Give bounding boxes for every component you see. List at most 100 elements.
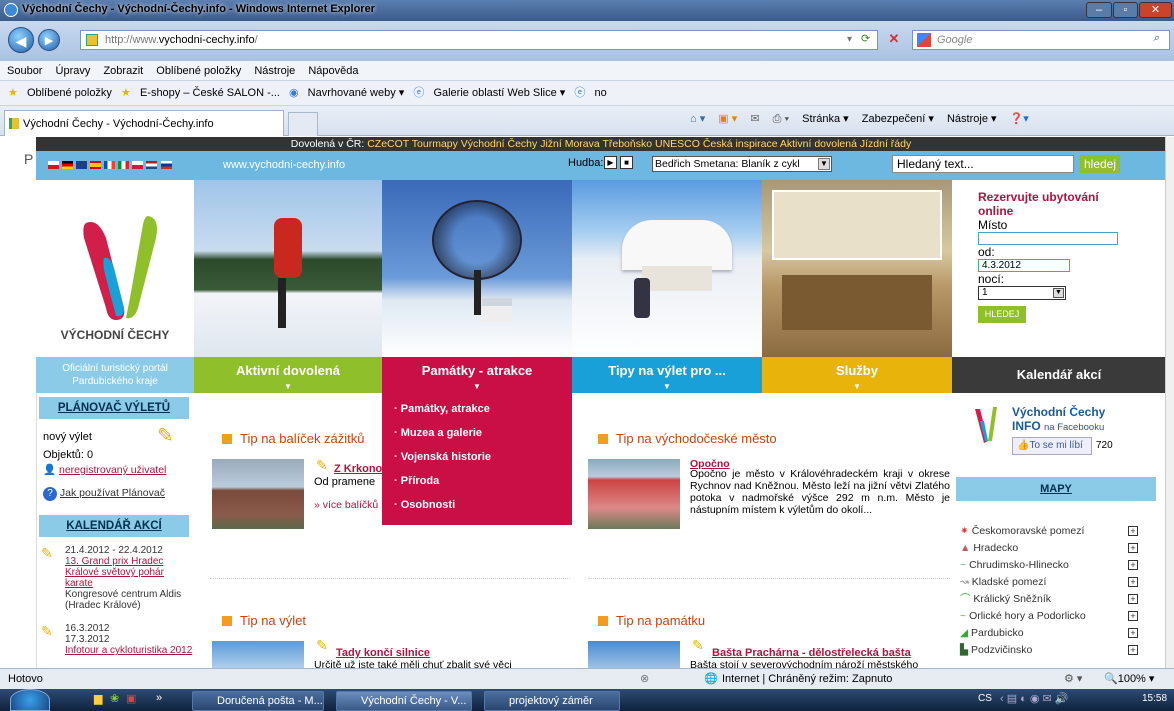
cmd-nastroje[interactable]: Nástroje ▾ <box>947 113 997 125</box>
booking-noci-select[interactable]: 1 ▼ <box>978 286 1066 300</box>
tip1-photo[interactable] <box>212 459 304 529</box>
map-item[interactable]: ▲ Hradecko + <box>952 540 1166 557</box>
start-button[interactable] <box>10 689 50 711</box>
flag-fr-icon[interactable] <box>104 161 116 169</box>
map-item[interactable]: ~ Orlické hory a Podorlicko + <box>952 608 1166 625</box>
topbar-link-czecot[interactable]: CZeCOT <box>367 138 409 150</box>
tip3-link[interactable]: Tady končí silnice <box>336 647 430 659</box>
menu-nastroje[interactable]: Nástroje <box>254 65 295 77</box>
home-icon[interactable]: ⌂ ▾ <box>690 113 705 125</box>
security-icon[interactable]: ⚙ ▾ <box>1064 669 1082 689</box>
flag-gb-icon[interactable] <box>76 161 88 169</box>
taskbar-btn-ie[interactable]: Východní Čechy - V... <box>336 691 472 711</box>
address-dropdown-icon[interactable]: ▾ <box>847 34 852 45</box>
help-icon[interactable]: ❓▾ <box>1010 113 1029 125</box>
fav-no[interactable]: no <box>594 87 606 99</box>
topbar-link-trebonsko[interactable]: Třeboňsko <box>602 138 652 150</box>
dropdown-item-osobnosti[interactable]: · Osobnosti <box>382 499 572 523</box>
menu-upravy[interactable]: Úpravy <box>56 65 91 77</box>
topbar-link-ceska-inspirace[interactable]: Česká inspirace <box>703 138 778 150</box>
tip1-more[interactable]: » více balíčků <box>314 499 378 511</box>
close-button[interactable]: ✕ <box>1139 2 1172 18</box>
search-icon[interactable]: ⌕ <box>1153 32 1159 45</box>
kalendar-heading[interactable]: KALENDÁŘ AKCÍ <box>39 515 189 537</box>
language-indicator[interactable]: CS <box>978 693 992 704</box>
tip4-link[interactable]: Bašta Prachárna - dělostřelecká bašta <box>712 647 911 659</box>
music-select[interactable]: Bedřich Smetana: Blaník z cykl ▼ <box>652 156 832 172</box>
nav-pamatky-atrakce[interactable]: Památky - atrakce ▼ <box>382 357 572 393</box>
nav-tipy-na-vylet[interactable]: Tipy na výlet pro ... ▼ <box>572 357 762 393</box>
expand-icon[interactable]: + <box>1128 645 1138 655</box>
google-search-input[interactable]: Google ⌕ <box>912 30 1170 50</box>
forward-button[interactable]: ▶ <box>38 29 60 51</box>
play-icon[interactable]: ▶ <box>604 156 617 169</box>
menu-oblibene[interactable]: Oblíbené položky <box>156 65 241 77</box>
tip2-photo[interactable] <box>588 459 680 529</box>
add-favorite-icon[interactable]: ★ <box>121 87 131 99</box>
menu-zobrazit[interactable]: Zobrazit <box>103 65 143 77</box>
fav-galerie[interactable]: Galerie oblastí Web Slice ▾ <box>433 87 565 99</box>
chevron-down-icon[interactable]: ▼ <box>1053 288 1064 298</box>
expand-icon[interactable]: + <box>1128 577 1138 587</box>
topbar-link-unesco[interactable]: UNESCO <box>655 138 700 150</box>
map-item[interactable]: ⌒ Králický Sněžník + <box>952 591 1166 608</box>
chevron-down-icon[interactable]: ▼ <box>818 158 830 170</box>
cmd-zabezpeceni[interactable]: Zabezpečení ▾ <box>862 113 934 125</box>
tip4-photo[interactable] <box>588 641 680 668</box>
booking-search-button[interactable]: HLEDEJ <box>978 306 1026 323</box>
maximize-button[interactable]: ▫ <box>1113 2 1138 18</box>
quicklaunch-more-icon[interactable]: » <box>156 692 162 704</box>
expand-icon[interactable]: + <box>1128 526 1138 536</box>
favorites-button[interactable]: Oblíbené položky <box>27 87 112 99</box>
fb-like-button[interactable]: 👍To se mi líbí <box>1012 437 1092 455</box>
page-scrollbar[interactable] <box>1165 137 1174 668</box>
stop-music-icon[interactable]: ■ <box>620 156 633 169</box>
map-item[interactable]: ↝ Kladské pomezí + <box>952 574 1166 591</box>
mail-icon[interactable]: ✉ <box>750 113 759 125</box>
expand-icon[interactable]: + <box>1128 611 1138 621</box>
taskbar-btn-posta[interactable]: Doručená pošta - M... <box>192 691 324 711</box>
quicklaunch-icon[interactable]: ▣ <box>126 692 136 705</box>
expand-icon[interactable]: + <box>1128 543 1138 553</box>
site-search-input[interactable]: Hledaný text... <box>892 155 1074 173</box>
print-icon[interactable]: ⎙ ▾ <box>773 113 789 125</box>
topbar-link-tourmapy[interactable]: Tourmapy <box>412 138 458 150</box>
topbar-link-vychodni-cechy[interactable]: Východní Čechy <box>461 138 537 150</box>
cmd-stranka[interactable]: Stránka ▾ <box>802 113 849 125</box>
novy-vylet[interactable]: nový výlet <box>43 431 92 443</box>
expand-icon[interactable]: + <box>1128 594 1138 604</box>
tip1-link[interactable]: Z Krkono <box>334 463 382 475</box>
quicklaunch-icon[interactable]: ❀ <box>110 692 119 705</box>
fb-title[interactable]: Východní Čechy <box>1012 405 1105 419</box>
mapy-heading[interactable]: MAPY <box>956 477 1156 501</box>
flag-cz-icon[interactable] <box>48 161 59 169</box>
topbar-link-aktivni-dovolena[interactable]: Aktivní dovolená <box>780 138 857 150</box>
nav-aktivni-dovolena[interactable]: Aktivní dovolená ▼ <box>194 357 382 393</box>
fav-navrhovane[interactable]: Navrhované weby ▾ <box>308 87 405 99</box>
dropdown-item-priroda[interactable]: · Příroda <box>382 475 572 499</box>
planovac-heading[interactable]: PLÁNOVAČ VÝLETŮ <box>39 397 189 419</box>
flag-es-icon[interactable] <box>90 161 102 169</box>
nav-kalendar-akci[interactable]: Kalendář akcí <box>952 357 1166 393</box>
event2-link[interactable]: Infotour a cykloturistika 2012 <box>65 645 193 656</box>
event1-link[interactable]: 13. Grand prix Hradec Králové světový po… <box>65 556 193 589</box>
site-logo[interactable]: VÝCHODNÍ ČECHY <box>36 180 194 357</box>
flag-pl-icon[interactable] <box>132 161 144 169</box>
refresh-icon[interactable]: ⟳ <box>861 32 870 45</box>
dropdown-item-pamatky[interactable]: · Památky, atrakce <box>382 403 572 427</box>
booking-misto-input[interactable] <box>978 232 1118 245</box>
jak-pouzivat-link[interactable]: Jak používat Plánovač <box>60 487 165 499</box>
dropdown-item-muzea[interactable]: · Muzea a galerie <box>382 427 572 451</box>
flag-de-icon[interactable] <box>62 161 74 169</box>
minimize-button[interactable]: – <box>1086 2 1112 18</box>
map-item[interactable]: ⁕ Českomoravské pomezí + <box>952 523 1166 540</box>
new-tab-button[interactable] <box>288 112 318 136</box>
flag-ru-icon[interactable] <box>160 161 172 169</box>
expand-icon[interactable]: + <box>1128 628 1138 638</box>
tray-icons[interactable]: ‹ ▤ ◐ ◉ ✉ 🔊 <box>1000 692 1069 705</box>
topbar-link-jizdni-rady[interactable]: Jízdní řády <box>860 138 911 150</box>
expand-icon[interactable]: + <box>1128 560 1138 570</box>
tip3-photo[interactable] <box>212 641 304 668</box>
menu-soubor[interactable]: Soubor <box>7 65 42 77</box>
quicklaunch-icon[interactable]: ▆ <box>94 692 102 705</box>
